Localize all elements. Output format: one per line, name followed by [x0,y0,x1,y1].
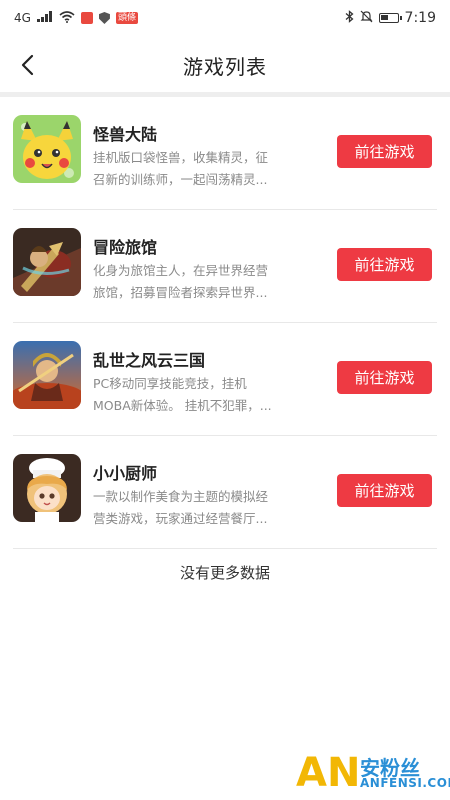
game-description: 化身为旅馆主人，在异世界经营旅馆，招募冒险者探索异世界... [93,263,269,300]
signal-icon [36,11,53,25]
game-title: 乱世之风云三国 [93,351,206,370]
game-description: PC移动同享技能竞技，挂机MOBA新体验。 挂机不犯罪，... [93,376,272,413]
game-list-item: 小小厨师 一款以制作美食为主题的模拟经营类游戏，玩家通过经营餐厅... 前往游戏 [0,436,450,549]
game-thumbnail-adventure-inn[interactable] [13,228,81,296]
page-title: 游戏列表 [183,54,267,79]
news-badge: 頭條 [115,12,138,24]
chevron-left-icon[interactable] [14,50,44,80]
watermark-an: AN [296,750,361,796]
game-description: 一款以制作美食为主题的模拟经营类游戏，玩家通过经营餐厅... [93,489,269,526]
bluetooth-icon [345,10,354,26]
battery-level [380,15,389,20]
go-to-game-button[interactable]: 前往游戏 [337,474,432,507]
status-right: 7:19 [345,10,436,26]
go-to-game-button[interactable]: 前往游戏 [337,248,432,281]
game-list-item: 怪兽大陆 挂机版口袋怪兽，收集精灵，征召新的训练师，一起闯荡精灵... 前往游戏 [0,97,450,210]
shield-icon [98,12,110,24]
go-to-game-button[interactable]: 前往游戏 [337,361,432,394]
game-title: 怪兽大陆 [93,125,158,144]
game-title: 小小厨师 [93,464,158,483]
status-bar: 4G 頭條 7:19 [0,0,450,36]
nav-bar: 游戏列表 [0,36,450,94]
game-thumbnail-three-kingdoms[interactable] [13,341,81,409]
game-list: 怪兽大陆 挂机版口袋怪兽，收集精灵，征召新的训练师，一起闯荡精灵... 前往游戏… [0,97,450,549]
go-to-game-button[interactable]: 前往游戏 [337,135,432,168]
clock: 7:19 [404,10,436,26]
game-title: 冒险旅馆 [93,238,158,257]
battery-icon [378,13,402,23]
game-thumbnail-monster[interactable] [13,115,81,183]
watermark-en: ANFENSI.COM [360,776,450,790]
app-notification-icon [80,12,93,24]
list-divider [13,548,437,549]
mute-bell-icon [360,10,373,26]
watermark-logo: AN 安粉丝 ANFENSI.COM [296,750,450,796]
network-type: 4G [14,11,31,25]
game-list-item: 冒险旅馆 化身为旅馆主人，在异世界经营旅馆，招募冒险者探索异世界... 前往游戏 [0,210,450,323]
no-more-data-text: 没有更多数据 [179,564,270,582]
game-list-item: 乱世之风云三国 PC移动同享技能竞技，挂机MOBA新体验。 挂机不犯罪，... … [0,323,450,436]
status-left: 4G 頭條 [14,10,138,26]
game-description: 挂机版口袋怪兽，收集精灵，征召新的训练师，一起闯荡精灵... [93,150,269,187]
game-thumbnail-little-chef[interactable] [13,454,81,522]
wifi-icon [59,10,75,26]
